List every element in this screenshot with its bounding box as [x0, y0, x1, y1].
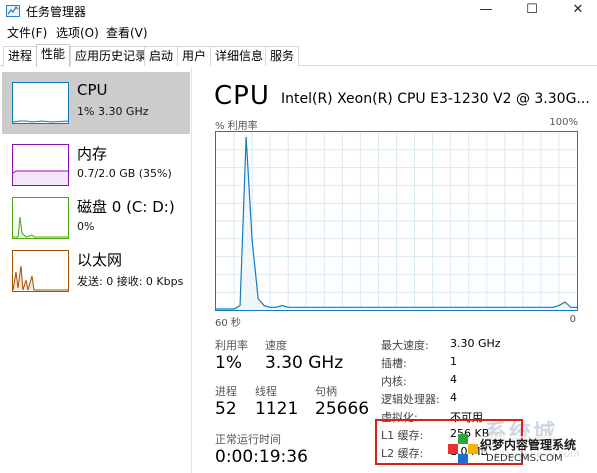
cpu-model-name: Intel(R) Xeon(R) CPU E3-1230 V2 @ 3.30G.… [281, 91, 590, 107]
threads-value: 1121 [255, 399, 299, 419]
tab-details[interactable]: 详细信息 [210, 46, 269, 66]
threads-label: 线程 [255, 385, 277, 398]
spec-sockets-label: 插槽: [381, 357, 407, 370]
task-manager-icon [6, 5, 20, 17]
tab-processes[interactable]: 进程 [3, 46, 38, 66]
sidebar-ethernet-sub: 发送: 0 接收: 0 Kbps [77, 275, 184, 288]
disk-graph-icon [12, 197, 69, 239]
spec-cores-value: 4 [450, 373, 457, 386]
tab-startup[interactable]: 启动 [144, 46, 179, 66]
sidebar-cpu-title: CPU [77, 81, 108, 99]
processes-label: 进程 [215, 385, 237, 398]
spec-logical-processors-label: 逻辑处理器: [381, 393, 440, 406]
spec-max-speed-value: 3.30 GHz [450, 337, 501, 350]
watermark-brand: 织梦内容管理系统 [480, 436, 577, 453]
utilization-axis-label: % 利用率 [215, 121, 258, 132]
tab-performance[interactable]: 性能 [36, 44, 71, 67]
sidebar-ethernet-title: 以太网 [77, 251, 123, 269]
menu-bar: 文件(F) 选项(O) 查看(V) [0, 23, 597, 41]
ethernet-graph-icon [12, 250, 69, 292]
cpu-detail-panel: CPU Intel(R) Xeon(R) CPU E3-1230 V2 @ 3.… [193, 67, 597, 473]
sidebar-memory-title: 内存 [77, 145, 108, 163]
tab-services[interactable]: 服务 [265, 46, 300, 66]
minimize-button[interactable]: — [464, 0, 508, 22]
speed-value: 3.30 GHz [265, 353, 344, 373]
handles-label: 句柄 [315, 385, 337, 398]
watermark-url: DEDECMS.COM [486, 453, 563, 464]
handles-value: 25666 [315, 399, 370, 419]
uptime-value: 0:00:19:36 [215, 447, 308, 467]
cpu-graph-icon [12, 82, 69, 124]
sidebar-item-ethernet[interactable]: 以太网 发送: 0 接收: 0 Kbps [2, 240, 190, 302]
dedecms-logo-icon [448, 434, 478, 464]
uptime-label: 正常运行时间 [215, 433, 281, 446]
tab-bar: 进程 性能 应用历史记录 启动 用户 详细信息 服务 [0, 44, 597, 67]
menu-file[interactable]: 文件(F) [7, 24, 47, 41]
sidebar-memory-sub: 0.7/2.0 GB (35%) [77, 167, 172, 180]
menu-options[interactable]: 选项(O) [56, 24, 99, 41]
close-button[interactable]: ✕ [556, 0, 597, 22]
spec-cores-label: 内核: [381, 375, 407, 388]
spec-max-speed-label: 最大速度: [381, 339, 429, 352]
graph-time-end-label: 0 [569, 314, 576, 325]
sidebar-disk-title: 磁盘 0 (C: D:) [77, 198, 175, 216]
sidebar-item-cpu[interactable]: CPU 1% 3.30 GHz [2, 72, 190, 134]
page-title: CPU [214, 81, 270, 111]
spec-sockets-value: 1 [450, 355, 457, 368]
memory-graph-icon [12, 144, 69, 186]
maximize-button[interactable]: ☐ [510, 0, 554, 22]
spec-logical-processors-value: 4 [450, 391, 457, 404]
utilization-value: 1% [215, 353, 242, 373]
processes-value: 52 [215, 399, 237, 419]
tab-users[interactable]: 用户 [177, 46, 212, 66]
sidebar-cpu-sub: 1% 3.30 GHz [77, 105, 149, 118]
graph-time-span-label: 60 秒 [215, 318, 241, 329]
utilization-label: 利用率 [215, 339, 248, 352]
speed-label: 速度 [265, 339, 287, 352]
sidebar-disk-sub: 0% [77, 220, 95, 233]
utilization-max-label: 100% [549, 117, 578, 128]
menu-view[interactable]: 查看(V) [106, 24, 148, 41]
window-title: 任务管理器 [26, 5, 87, 19]
tab-app-history[interactable]: 应用历史记录 [70, 46, 153, 66]
title-bar: 任务管理器 — ☐ ✕ [0, 0, 597, 22]
resource-sidebar: CPU 1% 3.30 GHz 内存 0.7/2.0 GB (35%) 磁盘 0… [0, 67, 192, 473]
cpu-utilization-graph [215, 131, 578, 311]
